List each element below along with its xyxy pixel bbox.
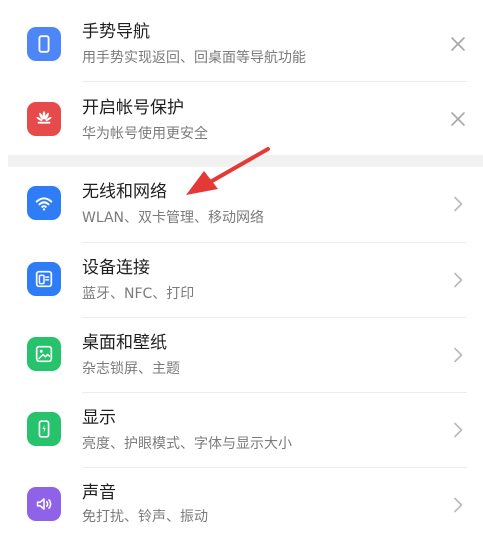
settings-item-subtitle: 免打扰、铃声、振动 — [82, 509, 208, 525]
chevron-right-icon — [449, 346, 467, 364]
settings-item-subtitle: 蓝牙、NFC、打印 — [82, 286, 195, 302]
settings-item-sound[interactable]: 声音 免打扰、铃声、振动 — [0, 468, 483, 542]
suggestion-subtitle: 用手势实现返回、回桌面等导航功能 — [82, 50, 306, 66]
display-icon — [27, 412, 61, 446]
settings-item-title: 声音 — [82, 483, 116, 503]
suggestion-title: 开启帐号保护 — [82, 98, 184, 118]
settings-item-display[interactable]: 显示 亮度、护眼模式、字体与显示大小 — [0, 393, 483, 467]
chevron-right-icon — [449, 421, 467, 439]
settings-item-wireless-network[interactable]: 无线和网络 WLAN、双卡管理、移动网络 — [0, 167, 483, 241]
gesture-phone-icon — [27, 27, 61, 61]
section-separator — [8, 155, 483, 167]
settings-item-title: 显示 — [82, 408, 116, 428]
chevron-right-icon — [449, 496, 467, 514]
wallpaper-icon — [27, 337, 61, 371]
settings-item-subtitle: 亮度、护眼模式、字体与显示大小 — [82, 436, 292, 452]
sound-icon — [27, 487, 61, 521]
settings-item-home-wallpaper[interactable]: 桌面和壁纸 杂志锁屏、主题 — [0, 318, 483, 392]
settings-item-device-connection[interactable]: 设备连接 蓝牙、NFC、打印 — [0, 243, 483, 317]
settings-item-title: 无线和网络 — [82, 182, 167, 202]
suggestion-gesture-navigation[interactable]: 手势导航 用手势实现返回、回桌面等导航功能 — [0, 6, 483, 80]
device-connection-icon — [27, 262, 61, 296]
chevron-right-icon — [449, 195, 467, 213]
wifi-icon — [27, 186, 61, 220]
suggestion-subtitle: 华为帐号使用更安全 — [82, 126, 208, 142]
suggestion-account-protection[interactable]: 开启帐号保护 华为帐号使用更安全 — [0, 82, 483, 156]
settings-item-subtitle: WLAN、双卡管理、移动网络 — [82, 210, 265, 226]
close-icon[interactable] — [449, 110, 467, 128]
close-icon[interactable] — [449, 35, 467, 53]
settings-item-title: 设备连接 — [82, 258, 150, 278]
huawei-logo-icon — [27, 102, 61, 136]
settings-item-title: 桌面和壁纸 — [82, 333, 167, 353]
suggestion-title: 手势导航 — [82, 22, 150, 42]
settings-item-subtitle: 杂志锁屏、主题 — [82, 361, 180, 377]
chevron-right-icon — [449, 271, 467, 289]
